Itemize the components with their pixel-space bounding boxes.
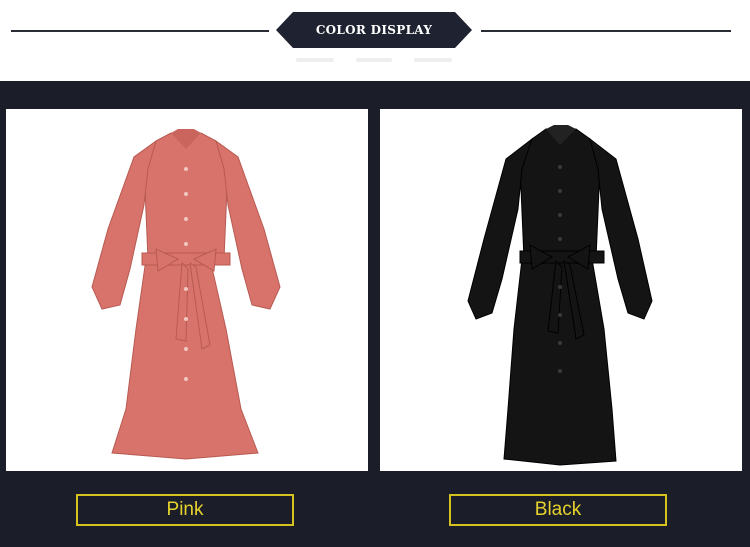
color-label-black: Black [449,494,667,526]
product-image-pink [6,109,368,471]
faded-subtitle [296,58,452,63]
section-header: COLOR DISPLAY [0,0,750,81]
pink-dress-image [91,129,281,460]
black-dress-image [467,125,653,466]
color-label-pink: Pink [76,494,294,526]
product-image-black [380,109,742,471]
header-rule-left [11,30,269,32]
color-display-badge: COLOR DISPLAY [276,12,472,48]
header-rule-right [481,30,731,32]
badge-title: COLOR DISPLAY [315,23,433,37]
